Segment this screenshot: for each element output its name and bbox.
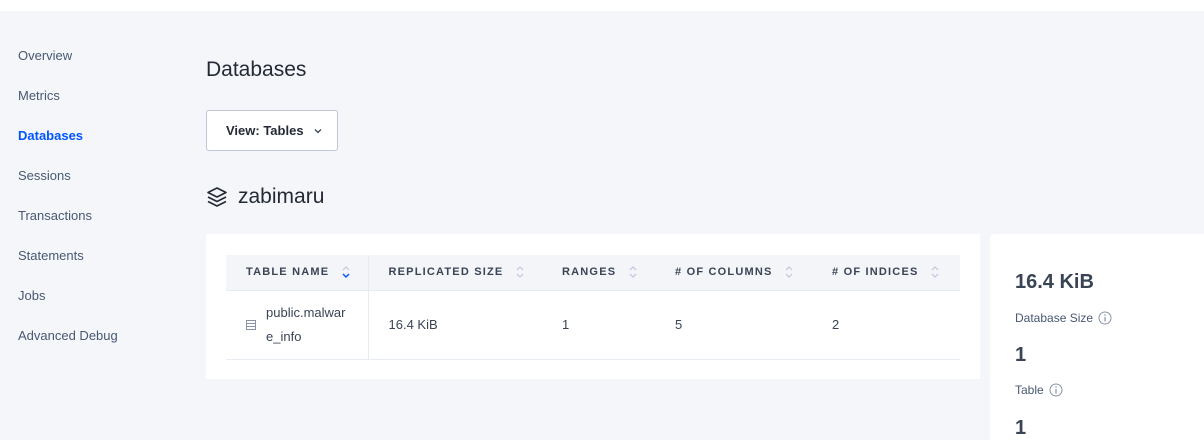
view-select-dropdown[interactable]: View: Tables bbox=[206, 110, 338, 151]
column-header-label: REPLICATED SIZE bbox=[388, 266, 504, 279]
cell-num-indices: 2 bbox=[812, 290, 960, 360]
sort-icon bbox=[785, 265, 793, 279]
sort-icon bbox=[342, 265, 350, 279]
cell-num-columns: 5 bbox=[655, 290, 812, 360]
database-summary-card: 16.4 KiB Database Size 1 Table 1 bbox=[990, 234, 1204, 440]
summary-label-text: Database Size bbox=[1015, 311, 1094, 325]
column-header-ranges[interactable]: RANGES bbox=[542, 255, 655, 291]
sidebar-item-overview[interactable]: Overview bbox=[18, 48, 72, 63]
column-header-num-columns[interactable]: # OF COLUMNS bbox=[655, 255, 812, 291]
top-bar bbox=[0, 0, 1204, 11]
table-header-row: TABLE NAME REPLICATED SIZE RANGES # OF C… bbox=[226, 255, 960, 291]
column-header-label: TABLE NAME bbox=[246, 266, 330, 279]
database-size-label: Database Size bbox=[1015, 311, 1112, 325]
sidebar-item-advanced-debug[interactable]: Advanced Debug bbox=[18, 328, 118, 343]
sort-icon bbox=[931, 265, 939, 279]
database-name: zabimaru bbox=[238, 185, 325, 208]
column-header-replicated-size[interactable]: REPLICATED SIZE bbox=[368, 255, 542, 291]
tables-card: TABLE NAME REPLICATED SIZE RANGES # OF C… bbox=[206, 234, 980, 379]
table-count-label: Table bbox=[1015, 383, 1063, 397]
sidebar-item-statements[interactable]: Statements bbox=[18, 248, 84, 263]
column-header-num-indices[interactable]: # OF INDICES bbox=[812, 255, 960, 291]
sort-icon bbox=[629, 265, 637, 279]
chevron-down-icon bbox=[313, 126, 323, 136]
table-count-value: 1 bbox=[1015, 344, 1027, 366]
database-heading: zabimaru bbox=[206, 185, 324, 209]
cell-replicated-size: 16.4 KiB bbox=[368, 290, 542, 360]
column-header-table-name[interactable]: TABLE NAME bbox=[226, 255, 369, 291]
sidebar-item-metrics[interactable]: Metrics bbox=[18, 88, 60, 103]
sort-icon bbox=[516, 265, 524, 279]
database-size-value: 16.4 KiB bbox=[1015, 271, 1094, 293]
cell-ranges: 1 bbox=[542, 290, 655, 360]
sidebar-item-databases[interactable]: Databases bbox=[18, 128, 83, 143]
page-title: Databases bbox=[206, 58, 307, 81]
table-name-link[interactable]: public.malware_info bbox=[266, 301, 346, 349]
sidebar-item-transactions[interactable]: Transactions bbox=[18, 208, 92, 223]
cell-table-name: public.malware_info bbox=[226, 290, 369, 360]
column-header-label: # OF COLUMNS bbox=[675, 266, 773, 279]
info-icon[interactable] bbox=[1049, 383, 1063, 397]
column-header-label: RANGES bbox=[562, 266, 617, 279]
sidebar-item-sessions[interactable]: Sessions bbox=[18, 168, 71, 183]
column-header-label: # OF INDICES bbox=[832, 266, 919, 279]
stack-icon bbox=[206, 186, 228, 208]
summary-label-text: Table bbox=[1015, 383, 1044, 397]
table-row[interactable]: public.malware_info 16.4 KiB 1 5 2 bbox=[226, 290, 960, 360]
range-count-value: 1 bbox=[1015, 417, 1027, 439]
table-icon bbox=[246, 319, 258, 330]
info-icon[interactable] bbox=[1098, 311, 1112, 325]
tables-table: TABLE NAME REPLICATED SIZE RANGES # OF C… bbox=[226, 255, 960, 360]
view-select-label: View: Tables bbox=[226, 123, 304, 138]
sidebar-item-jobs[interactable]: Jobs bbox=[18, 288, 45, 303]
